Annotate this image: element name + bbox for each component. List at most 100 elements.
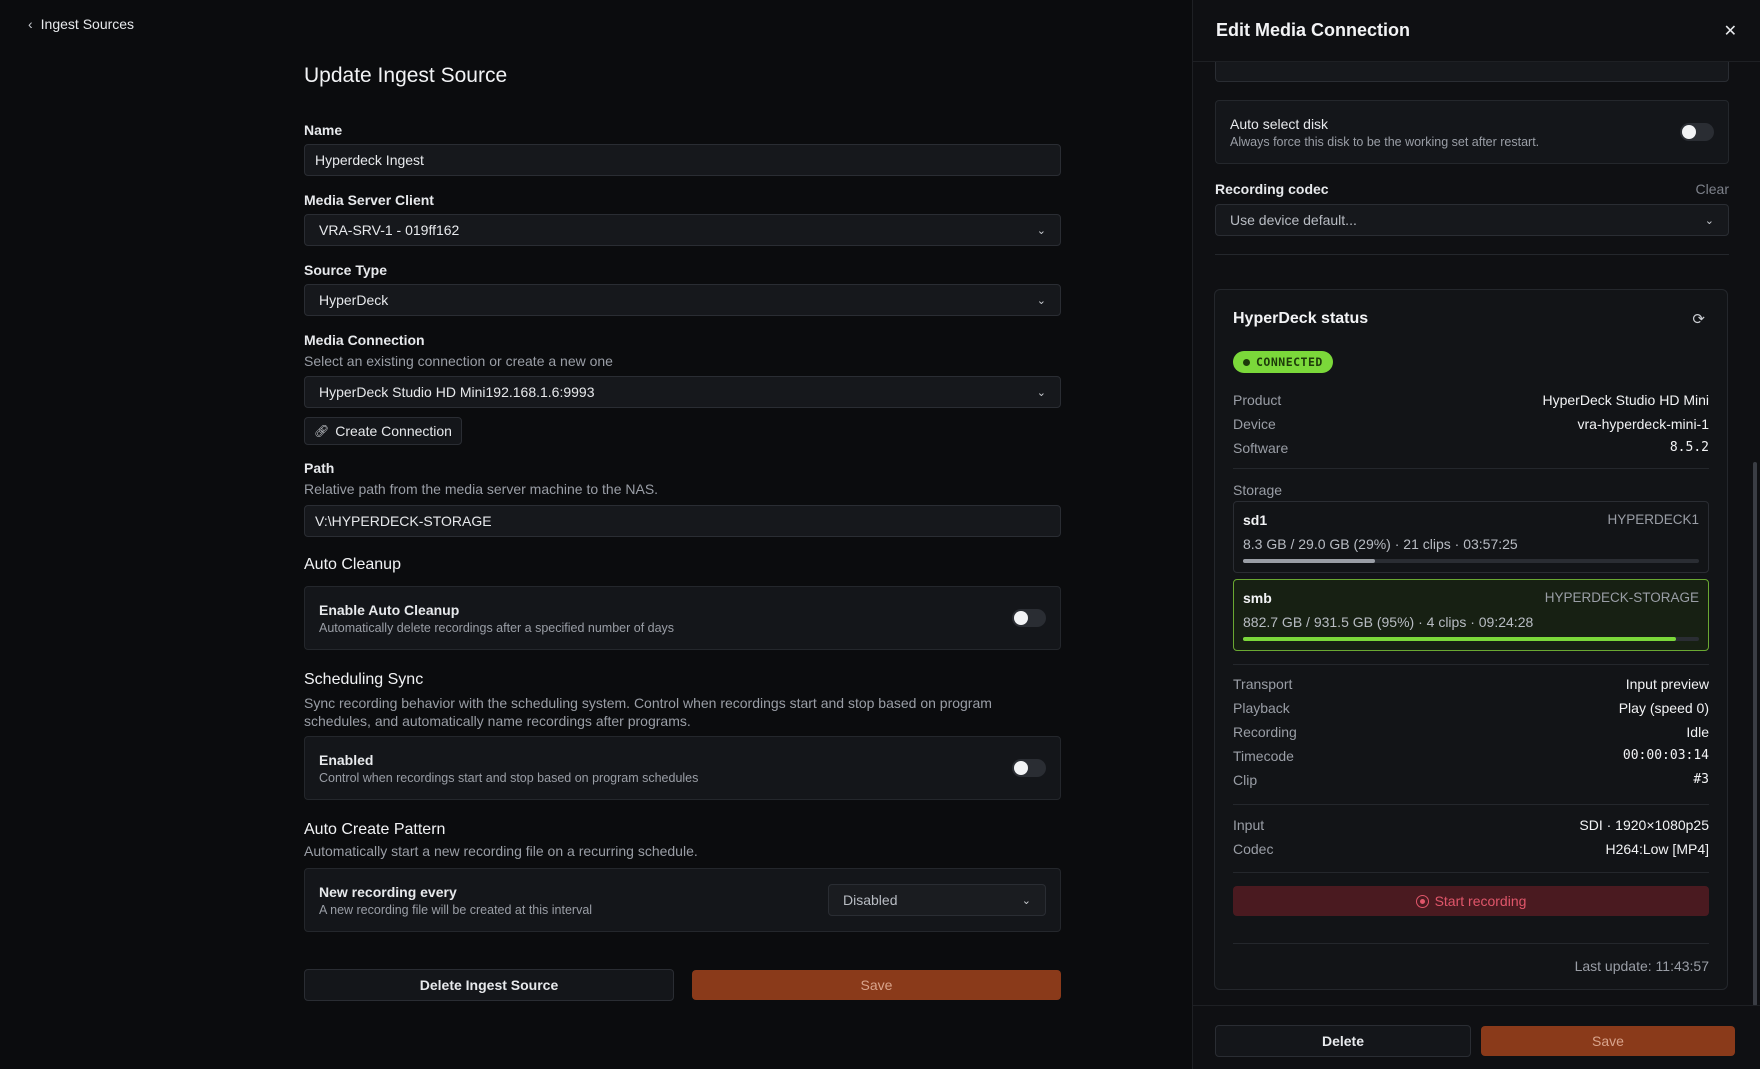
input-key: Input (1233, 817, 1265, 833)
client-select[interactable]: VRA-SRV-1 - 019ff162 ⌄ (304, 214, 1061, 246)
disk-info: 8.3 GB / 29.0 GB (29%) · 21 clips · 03:5… (1243, 536, 1518, 552)
back-link[interactable]: ‹ Ingest Sources (28, 16, 134, 32)
back-link-label: Ingest Sources (40, 16, 135, 32)
connection-label: Media Connection (304, 332, 425, 348)
storage-disk-sd1[interactable]: sd1 HYPERDECK1 8.3 GB / 29.0 GB (29%) · … (1233, 501, 1709, 573)
device-value: vra-hyperdeck-mini-1 (1577, 416, 1709, 432)
transport-value: Input preview (1625, 676, 1709, 692)
playback-key: Playback (1233, 700, 1290, 716)
recording-codec-select[interactable]: Use device default... ⌄ (1215, 204, 1729, 236)
playback-value: Play (speed 0) (1618, 700, 1709, 716)
link-icon: 🔗︎ (314, 424, 330, 438)
codec-clear-button[interactable]: Clear (1696, 181, 1729, 197)
auto-cleanup-toggle[interactable] (1012, 609, 1046, 627)
name-label: Name (304, 122, 343, 138)
auto-cleanup-card: Enable Auto Cleanup Automatically delete… (304, 586, 1061, 650)
auto-cleanup-title: Auto Cleanup (304, 556, 401, 573)
codec-row: Codec H264:Low [MP4] (1233, 841, 1709, 857)
close-icon[interactable]: ✕ (1724, 21, 1737, 41)
name-input[interactable]: Hyperdeck Ingest (304, 144, 1061, 176)
client-label: Media Server Client (304, 192, 434, 208)
refresh-icon[interactable]: ⟳ (1692, 310, 1705, 328)
auto-cleanup-card-title: Enable Auto Cleanup (319, 601, 460, 618)
scheduling-sync-card-desc: Control when recordings start and stop b… (319, 770, 699, 785)
connection-select[interactable]: HyperDeck Studio HD Mini192.168.1.6:9993… (304, 376, 1061, 408)
scheduling-sync-title: Scheduling Sync (304, 671, 424, 688)
software-value: 8.5.2 (1669, 440, 1709, 455)
recording-value: Idle (1686, 724, 1709, 740)
disk-usage-bar (1243, 559, 1699, 563)
auto-select-disk-desc: Always force this disk to be the working… (1230, 134, 1540, 149)
save-button[interactable]: Save (692, 970, 1061, 1000)
page-title: Update Ingest Source (304, 64, 508, 87)
auto-cleanup-card-desc: Automatically delete recordings after a … (319, 620, 675, 635)
disk-info: 882.7 GB / 931.5 GB (95%) · 4 clips · 09… (1243, 614, 1534, 630)
divider (1233, 468, 1709, 469)
timecode-value: 00:00:03:14 (1622, 748, 1709, 763)
disk-usage-bar (1243, 637, 1699, 641)
auto-select-disk-card: Auto select disk Always force this disk … (1215, 100, 1729, 164)
last-update: Last update: 11:43:57 (1574, 958, 1709, 974)
truncated-input[interactable] (1215, 62, 1729, 82)
auto-create-pattern-card-desc: A new recording file will be created at … (319, 902, 593, 917)
start-recording-button[interactable]: Start recording (1233, 886, 1709, 916)
source-type-label: Source Type (304, 262, 387, 278)
input-row: Input SDI · 1920×1080p25 (1233, 817, 1709, 833)
recording-row: Recording Idle (1233, 724, 1709, 740)
clip-value: #3 (1693, 772, 1709, 787)
transport-row: Transport Input preview (1233, 676, 1709, 692)
storage-label: Storage (1233, 482, 1283, 498)
codec-key: Codec (1233, 841, 1274, 857)
panel-scroll-area[interactable]: Auto select disk Always force this disk … (1193, 62, 1760, 1005)
scheduling-sync-card-title: Enabled (319, 751, 374, 768)
device-row: Device vra-hyperdeck-mini-1 (1233, 416, 1709, 432)
divider (1233, 664, 1709, 665)
path-label: Path (304, 460, 335, 476)
create-connection-button[interactable]: 🔗︎ Create Connection (304, 417, 462, 445)
hyperdeck-status-card: HyperDeck status ⟳ CONNECTED Product Hype… (1214, 289, 1728, 990)
panel-header: Edit Media Connection ✕ (1193, 0, 1760, 62)
storage-disk-smb[interactable]: smb HYPERDECK-STORAGE 882.7 GB / 931.5 G… (1233, 579, 1709, 651)
disk-label: HYPERDECK-STORAGE (1544, 590, 1699, 605)
disk-usage-fill (1243, 637, 1677, 641)
chevron-down-icon: ⌄ (1021, 894, 1031, 907)
connected-badge-label: CONNECTED (1256, 355, 1323, 369)
create-connection-label: Create Connection (335, 423, 452, 439)
auto-create-pattern-card: New recording every A new recording file… (304, 868, 1061, 932)
status-title: HyperDeck status (1233, 310, 1369, 327)
delete-connection-button[interactable]: Delete (1215, 1025, 1471, 1057)
software-row: Software 8.5.2 (1233, 440, 1709, 456)
chevron-down-icon: ⌄ (1704, 214, 1714, 227)
transport-key: Transport (1233, 676, 1293, 692)
recording-codec-placeholder: Use device default... (1230, 212, 1357, 228)
connection-select-value: HyperDeck Studio HD Mini192.168.1.6:9993 (319, 384, 595, 400)
clip-key: Clip (1233, 772, 1258, 788)
disk-name: smb (1243, 590, 1272, 606)
source-type-select[interactable]: HyperDeck ⌄ (304, 284, 1061, 316)
delete-ingest-source-button[interactable]: Delete Ingest Source (304, 969, 674, 1001)
auto-create-pattern-card-title: New recording every (319, 883, 457, 900)
status-dot-icon (1243, 358, 1250, 366)
divider (1233, 943, 1709, 944)
disk-label: HYPERDECK1 (1607, 512, 1699, 527)
connected-badge: CONNECTED (1233, 351, 1333, 373)
scheduling-sync-toggle[interactable] (1012, 759, 1046, 777)
auto-select-disk-toggle[interactable] (1680, 123, 1714, 141)
device-key: Device (1233, 416, 1276, 432)
path-input[interactable]: V:\HYPERDECK-STORAGE (304, 505, 1061, 537)
panel-scrollbar[interactable] (1753, 462, 1757, 1006)
product-key: Product (1233, 392, 1282, 408)
panel-title: Edit Media Connection (1216, 20, 1411, 40)
save-connection-button[interactable]: Save (1481, 1026, 1735, 1056)
start-recording-label: Start recording (1434, 893, 1527, 909)
divider (1233, 872, 1709, 873)
path-hint: Relative path from the media server mach… (304, 481, 659, 497)
chevron-left-icon: ‹ (28, 16, 33, 32)
clip-row: Clip #3 (1233, 772, 1709, 788)
scheduling-sync-desc: Sync recording behavior with the schedul… (304, 695, 992, 729)
auto-create-pattern-desc: Automatically start a new recording file… (304, 843, 698, 859)
recording-interval-value: Disabled (843, 892, 898, 908)
divider (1233, 804, 1709, 805)
playback-row: Playback Play (speed 0) (1233, 700, 1709, 716)
recording-interval-select[interactable]: Disabled ⌄ (828, 884, 1046, 916)
